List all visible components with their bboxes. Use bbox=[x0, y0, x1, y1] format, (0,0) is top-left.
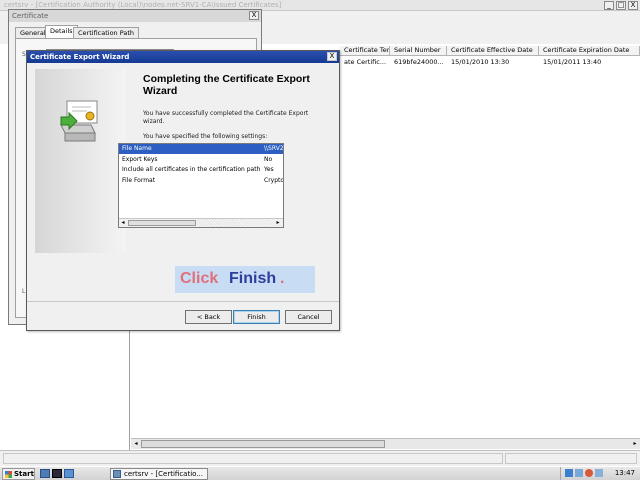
setting-key: Export Keys bbox=[122, 156, 158, 163]
display-icon[interactable] bbox=[575, 469, 583, 477]
setting-value: Crypto bbox=[264, 177, 284, 184]
close-icon[interactable]: X bbox=[327, 52, 337, 61]
setting-value: No bbox=[264, 156, 273, 163]
maximize-icon[interactable]: □ bbox=[616, 1, 626, 10]
volume-icon[interactable] bbox=[595, 469, 603, 477]
column-header-template[interactable]: Certificate Template bbox=[340, 46, 390, 56]
powershell-icon[interactable] bbox=[52, 469, 62, 478]
certificate-dialog-title: Certificate bbox=[12, 12, 49, 20]
cancel-button[interactable]: Cancel bbox=[285, 310, 332, 324]
certificate-export-icon bbox=[60, 100, 98, 142]
setting-key: File Name bbox=[122, 145, 152, 152]
column-header-expiration-date[interactable]: Certificate Expiration Date bbox=[539, 46, 640, 56]
wizard-separator bbox=[27, 301, 339, 302]
table-cell[interactable]: ate Certific... bbox=[340, 58, 390, 67]
column-header-effective-date[interactable]: Certificate Effective Date bbox=[447, 46, 539, 56]
certsrv-icon bbox=[113, 470, 121, 478]
wizard-side-banner bbox=[35, 69, 126, 253]
callout-word: Finish bbox=[229, 270, 277, 287]
scroll-left-icon[interactable]: ◂ bbox=[132, 440, 140, 448]
status-segment bbox=[3, 453, 503, 464]
scrollbar-thumb[interactable] bbox=[141, 440, 385, 448]
list-item[interactable]: Include all certificates in the certific… bbox=[119, 165, 283, 175]
scroll-left-icon[interactable]: ◂ bbox=[119, 219, 127, 227]
tab-certification-path[interactable]: Certification Path bbox=[73, 27, 140, 38]
taskbar: Start certsrv - [Certificatio... 13:47 bbox=[0, 466, 640, 480]
wizard-heading: Completing the Certificate Export Wizard bbox=[143, 73, 310, 97]
mmc-title-text: certsrv - [Certification Authority (Loca… bbox=[4, 1, 282, 9]
list-item[interactable]: File Format Crypto bbox=[119, 176, 284, 186]
setting-key: File Format bbox=[122, 177, 156, 184]
close-icon[interactable]: X bbox=[628, 1, 638, 10]
action-center-icon[interactable] bbox=[585, 469, 593, 477]
instruction-callout: Click Finish . bbox=[175, 266, 315, 293]
start-label: Start bbox=[14, 470, 34, 478]
setting-value: Yes bbox=[264, 166, 274, 173]
start-button[interactable]: Start bbox=[2, 468, 35, 480]
learn-more-label: L bbox=[22, 288, 26, 295]
list-item[interactable]: File Name \\SRV2 bbox=[119, 144, 284, 154]
finish-button[interactable]: Finish bbox=[233, 310, 280, 324]
system-tray: 13:47 bbox=[560, 467, 640, 480]
scroll-right-icon[interactable]: ▸ bbox=[631, 440, 639, 448]
clock[interactable]: 13:47 bbox=[615, 469, 635, 477]
wizard-title-bar[interactable]: Certificate Export Wizard X bbox=[27, 51, 339, 63]
status-bar bbox=[0, 450, 640, 466]
table-cell[interactable]: 15/01/2011 13:40 bbox=[539, 58, 640, 67]
callout-word: Click bbox=[180, 270, 219, 287]
settings-list[interactable]: File Name \\SRV2 Export Keys No Include … bbox=[118, 143, 284, 228]
certificate-dialog-title-bar[interactable]: Certificate X bbox=[9, 10, 261, 22]
back-button[interactable]: < Back bbox=[185, 310, 232, 324]
column-header-serial[interactable]: Serial Number bbox=[390, 46, 447, 56]
callout-word: . bbox=[280, 270, 285, 287]
table-cell[interactable]: 15/01/2010 13:30 bbox=[447, 58, 539, 67]
scroll-right-icon[interactable]: ▸ bbox=[274, 219, 282, 227]
server-manager-icon[interactable] bbox=[40, 469, 50, 478]
explorer-icon[interactable] bbox=[64, 469, 74, 478]
close-icon[interactable]: X bbox=[249, 11, 259, 20]
status-segment bbox=[505, 453, 637, 464]
settings-caption: You have specified the following setting… bbox=[143, 133, 268, 140]
setting-key: Include all certificates in the certific… bbox=[122, 166, 261, 173]
taskbar-item-certsrv[interactable]: certsrv - [Certificatio... bbox=[110, 468, 208, 480]
wizard-intro-text: You have successfully completed the Cert… bbox=[143, 110, 309, 125]
minimize-icon[interactable]: _ bbox=[604, 1, 614, 10]
scrollbar-track[interactable] bbox=[197, 219, 273, 227]
settings-horizontal-scrollbar[interactable]: ◂ ▸ bbox=[119, 218, 283, 227]
list-horizontal-scrollbar[interactable]: ◂ ▸ bbox=[131, 438, 640, 449]
network-icon[interactable] bbox=[565, 469, 573, 477]
table-cell[interactable]: 619bfe24000... bbox=[390, 58, 447, 67]
scrollbar-thumb[interactable] bbox=[128, 220, 196, 226]
list-item[interactable]: Export Keys No bbox=[119, 155, 283, 165]
windows-logo-icon bbox=[5, 471, 12, 478]
wizard-title: Certificate Export Wizard bbox=[30, 53, 130, 61]
taskbar-item-label: certsrv - [Certificatio... bbox=[124, 470, 203, 478]
setting-value: \\SRV2 bbox=[264, 145, 284, 152]
